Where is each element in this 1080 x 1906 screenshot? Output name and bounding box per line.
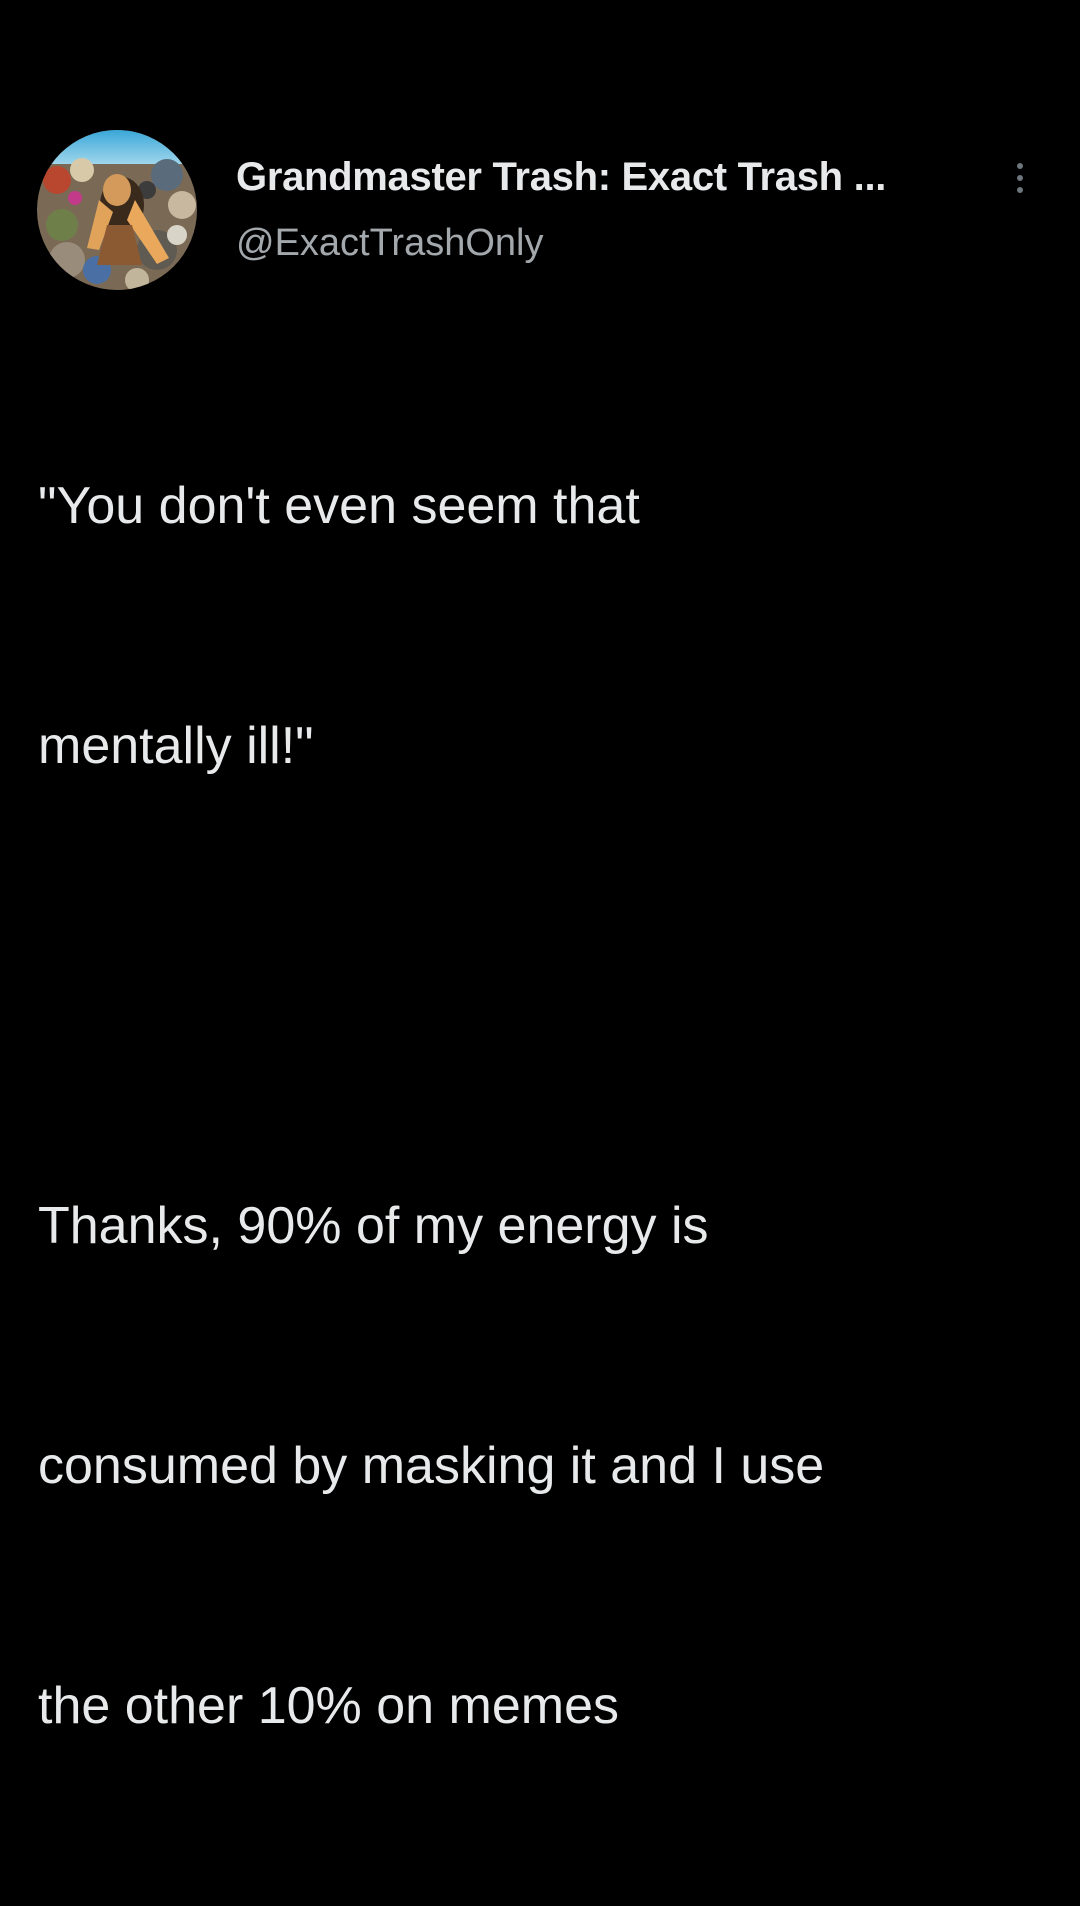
- tweet-card: Grandmaster Trash: Exact Trash ... @Exac…: [0, 0, 1080, 1735]
- author-handle[interactable]: @ExactTrashOnly: [236, 222, 543, 265]
- avatar-photo-icon: [37, 130, 197, 290]
- tweet-text-line: mentally ill!": [38, 717, 314, 775]
- author-display-name[interactable]: Grandmaster Trash: Exact Trash ...: [236, 155, 886, 200]
- vertical-ellipsis-icon: [1017, 163, 1023, 193]
- tweet-text-line: consumed by masking it and I use: [38, 1437, 825, 1495]
- tweet-text-line: Thanks, 90% of my energy is: [38, 1197, 709, 1255]
- author-avatar[interactable]: [37, 130, 197, 290]
- tweet-text-line: the other 10% on memes: [38, 1677, 619, 1735]
- tweet-text-line: "You don't even seem that: [38, 477, 640, 535]
- more-options-button[interactable]: [1004, 158, 1036, 198]
- tweet-body: "You don't even seem that mentally ill!"…: [38, 306, 1058, 1906]
